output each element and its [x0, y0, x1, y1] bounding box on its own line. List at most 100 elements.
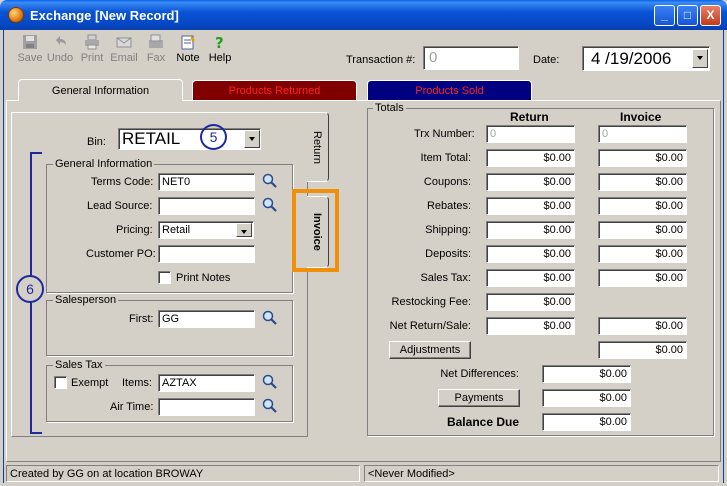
note-button[interactable]: Note [174, 34, 202, 64]
side-tab-return-label: Return [311, 131, 323, 165]
email-icon [116, 37, 132, 48]
sales-tax-items-lookup-icon[interactable] [261, 373, 279, 391]
note-icon [181, 35, 195, 50]
customer-po-field[interactable] [158, 245, 255, 263]
save-button[interactable]: Save [16, 34, 44, 64]
restocking-fee-field[interactable]: $0.00 [486, 293, 575, 311]
lead-source-lookup-icon[interactable] [261, 196, 279, 214]
terms-code-field[interactable]: NET0 [158, 173, 255, 191]
fax-label: Fax [146, 52, 166, 64]
sales-tax-items-field[interactable]: AZTAX [158, 374, 255, 392]
items-label: Items: [122, 377, 152, 389]
balance-due-label: Balance Due [446, 415, 519, 429]
adjustments-button[interactable]: Adjustments [389, 341, 471, 359]
deposits-return-field[interactable]: $0.00 [486, 245, 575, 263]
net-return-field[interactable]: $0.00 [486, 317, 575, 335]
trx-number-return-field[interactable]: 0 [486, 125, 575, 143]
title-bar: Exchange [New Record] _ □ X [0, 0, 727, 30]
item-total-label: Item Total: [420, 152, 471, 164]
transaction-label: Transaction #: [346, 54, 416, 66]
salesperson-lookup-icon[interactable] [261, 309, 279, 327]
email-button[interactable]: Email [110, 34, 138, 64]
sales-tax-invoice-field[interactable]: $0.00 [598, 269, 687, 287]
salesperson-first-field[interactable]: GG [158, 310, 255, 328]
balance-due-field[interactable]: $0.00 [542, 413, 631, 431]
bin-dropdown-arrow[interactable] [244, 130, 260, 148]
coupons-return-field[interactable]: $0.00 [486, 173, 575, 191]
callout-6: 6 [16, 275, 44, 303]
rebates-label: Rebates: [426, 200, 471, 212]
fax-button[interactable]: Fax [142, 34, 170, 64]
payments-button[interactable]: Payments [438, 389, 520, 407]
help-button[interactable]: ? Help [206, 34, 234, 64]
help-label: Help [208, 52, 232, 64]
net-differences-field[interactable]: $0.00 [542, 365, 631, 383]
print-icon [85, 34, 99, 50]
item-total-invoice-field[interactable]: $0.00 [598, 149, 687, 167]
coupons-label: Coupons: [423, 176, 471, 188]
payments-field[interactable]: $0.00 [542, 389, 631, 407]
air-time-field[interactable] [158, 398, 255, 416]
invoice-tab-highlight [292, 189, 339, 272]
shipping-return-field[interactable]: $0.00 [486, 221, 575, 239]
undo-label: Undo [46, 52, 74, 64]
lead-source-field[interactable] [158, 197, 255, 215]
net-return-sale-label: Net Return/Sale: [389, 320, 471, 332]
exempt-checkbox[interactable] [54, 376, 67, 389]
air-time-label: Air Time: [110, 401, 154, 413]
maximize-button[interactable]: □ [677, 5, 698, 26]
minimize-button[interactable]: _ [654, 5, 675, 26]
tab-products-sold[interactable]: Products Sold [367, 80, 532, 100]
app-icon [8, 7, 24, 23]
print-notes-label: Print Notes [176, 272, 231, 284]
sales-tax-label: Sales Tax: [420, 272, 471, 284]
deposits-label: Deposits: [425, 248, 471, 260]
save-label: Save [17, 52, 43, 64]
print-notes-checkbox[interactable] [158, 271, 171, 284]
exempt-label: Exempt [71, 377, 109, 389]
general-information-group-title: General Information [53, 158, 155, 170]
shipping-label: Shipping: [425, 224, 471, 236]
rebates-return-field[interactable]: $0.00 [486, 197, 575, 215]
transaction-number-field[interactable]: 0 [423, 46, 519, 70]
print-button[interactable]: Print [78, 34, 106, 64]
bin-label: Bin: [87, 136, 106, 148]
restocking-fee-label: Restocking Fee: [391, 296, 471, 308]
terms-code-lookup-icon[interactable] [261, 172, 279, 190]
salesperson-group [46, 300, 293, 356]
lead-source-label: Lead Source: [87, 200, 153, 212]
date-field[interactable]: 4 /19/2006 [582, 46, 710, 71]
pricing-dropdown-arrow[interactable] [236, 223, 252, 237]
help-icon: ? [215, 34, 224, 50]
sales-tax-return-field[interactable]: $0.00 [486, 269, 575, 287]
close-button[interactable]: X [700, 5, 721, 26]
tab-products-returned[interactable]: Products Returned [192, 80, 357, 100]
callout-5: 5 [200, 124, 227, 150]
email-label: Email [110, 52, 138, 64]
coupons-invoice-field[interactable]: $0.00 [598, 173, 687, 191]
bin-select[interactable]: RETAIL [118, 128, 261, 150]
undo-icon [56, 36, 66, 45]
adjustments-field[interactable]: $0.00 [598, 341, 687, 359]
side-tab-return[interactable]: Return [307, 112, 329, 182]
status-created-by: Created by GG on at location BROWAY [6, 465, 360, 482]
item-total-return-field[interactable]: $0.00 [486, 149, 575, 167]
date-dropdown-arrow[interactable] [692, 49, 708, 68]
air-time-lookup-icon[interactable] [261, 397, 279, 415]
deposits-invoice-field[interactable]: $0.00 [598, 245, 687, 263]
trx-number-invoice-field[interactable]: 0 [598, 125, 687, 143]
tab-general-information[interactable]: General Information [18, 79, 183, 101]
invoice-column-header: Invoice [620, 110, 662, 124]
sales-tax-group-title: Sales Tax [53, 359, 105, 371]
totals-group-title: Totals [373, 102, 406, 114]
print-label: Print [80, 52, 104, 64]
customer-po-label: Customer PO: [86, 248, 156, 260]
svg-text:?: ? [215, 34, 224, 50]
return-column-header: Return [510, 110, 549, 124]
shipping-invoice-field[interactable]: $0.00 [598, 221, 687, 239]
rebates-invoice-field[interactable]: $0.00 [598, 197, 687, 215]
undo-button[interactable]: Undo [46, 34, 74, 64]
window-title: Exchange [New Record] [30, 8, 179, 23]
net-sale-field[interactable]: $0.00 [598, 317, 687, 335]
note-label: Note [176, 52, 200, 64]
